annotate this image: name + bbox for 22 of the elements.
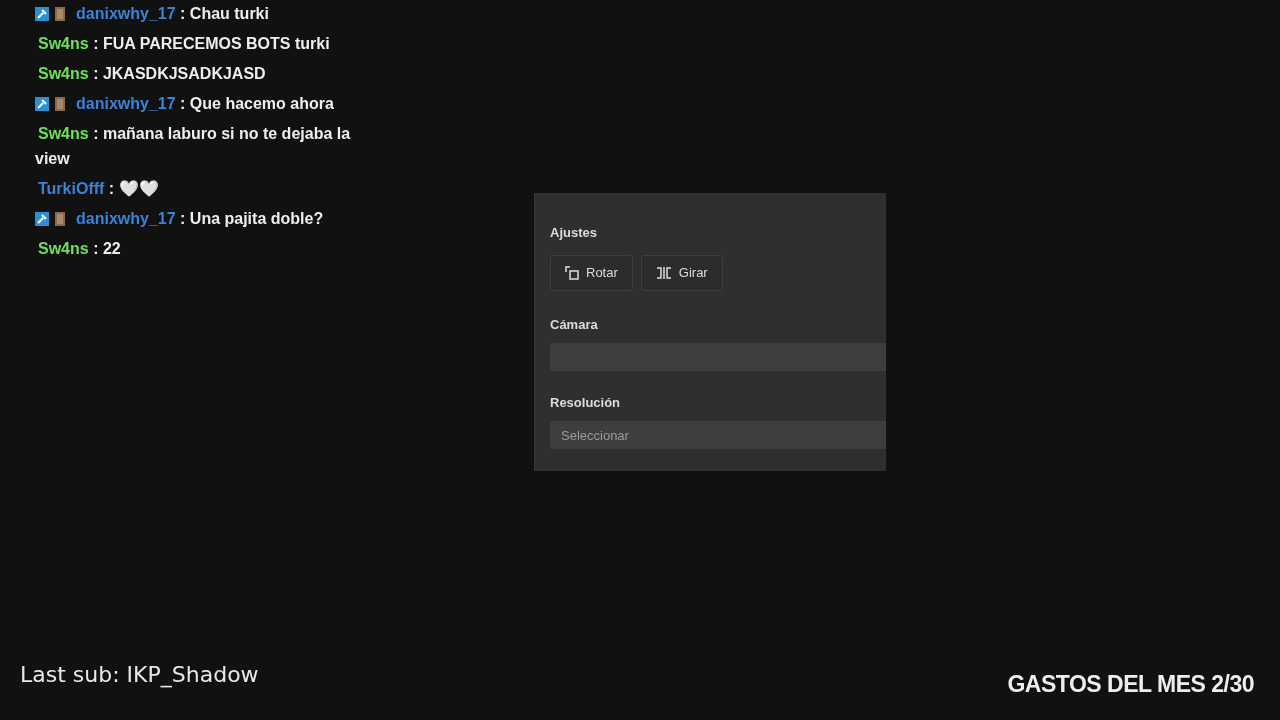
- door-badge-icon: [55, 212, 65, 226]
- chat-message: Sw4ns : 22: [37, 239, 122, 259]
- select-field[interactable]: Seleccionar: [550, 421, 886, 449]
- flip-icon: [655, 266, 672, 279]
- select-field[interactable]: [550, 343, 886, 371]
- flip-button[interactable]: Girar: [640, 254, 723, 291]
- door-badge-icon: [55, 97, 65, 111]
- chat-message: Sw4ns : FUA PARECEMOS BOTS turki: [37, 34, 331, 54]
- last-sub-label: Last sub: IKP_Shadow: [20, 661, 259, 690]
- field-label: Resolución: [550, 393, 622, 412]
- chat-message: Sw4ns : JKASDKJSADKJASD: [37, 64, 267, 84]
- field-label: Cámara: [550, 315, 599, 334]
- door-badge-icon: [55, 7, 65, 21]
- chat-message: Sw4ns : mañana laburo si no te dejaba la view: [35, 124, 352, 169]
- chat-message: danixwhy_17 : Que hacemo ahora: [35, 91, 355, 116]
- chat-message: TurkiOfff : 🤍🤍: [37, 179, 160, 199]
- section-title: Ajustes: [550, 224, 598, 242]
- rotate-button[interactable]: Rotar: [550, 254, 633, 291]
- rotate-icon: [565, 265, 579, 280]
- chat-message: danixwhy_17 : Una pajita doble?: [35, 206, 355, 231]
- goal-label: GASTOS DEL MES 2/30: [1007, 670, 1254, 699]
- chat-message: danixwhy_17 : Chau turki: [35, 1, 355, 26]
